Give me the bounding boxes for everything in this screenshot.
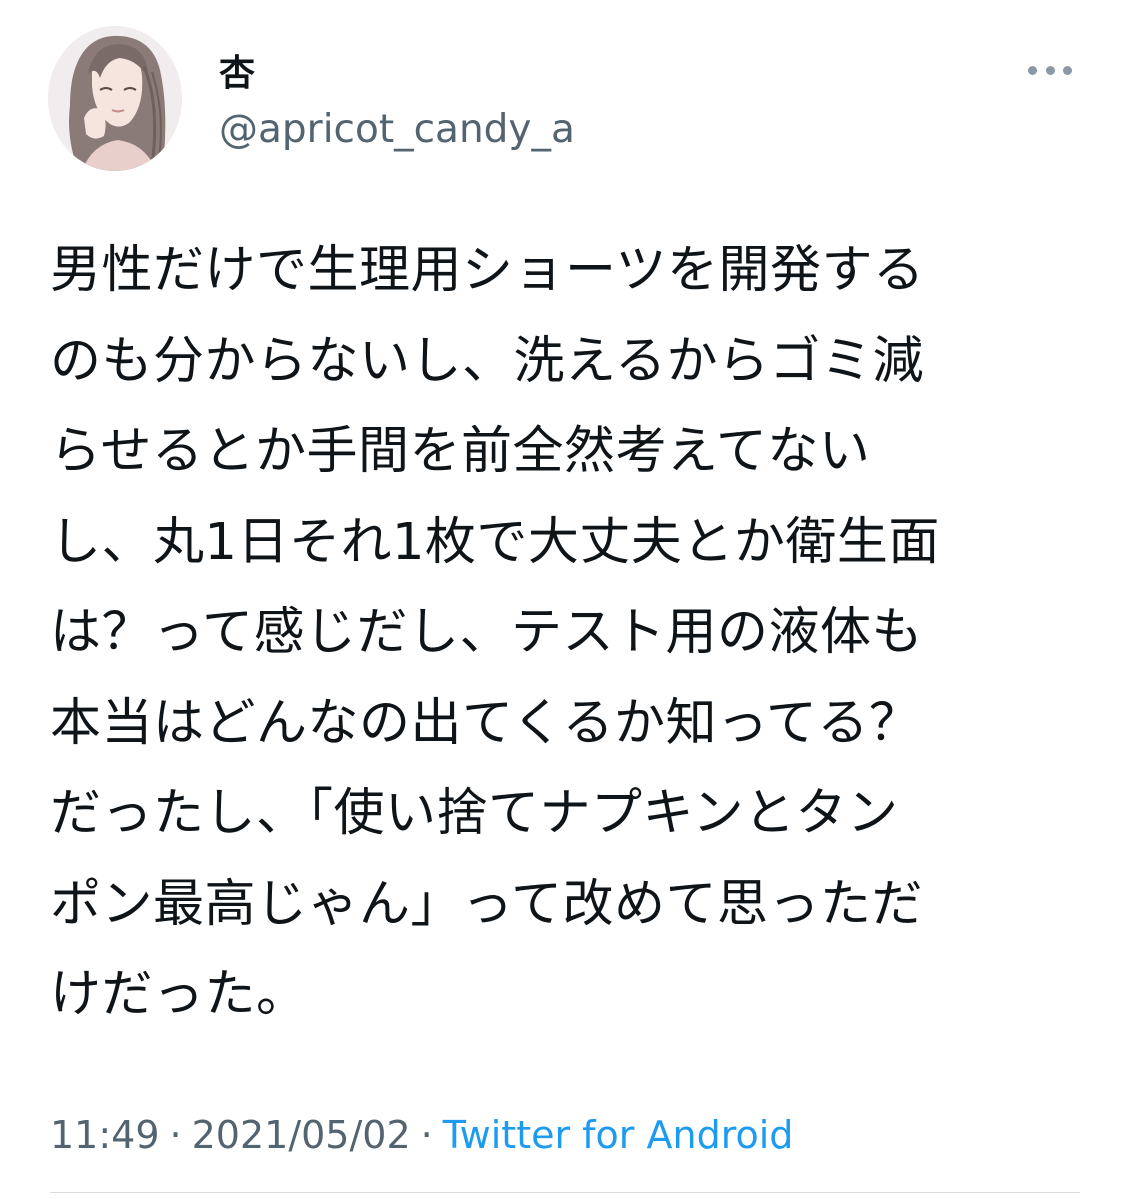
divider [50,1192,1080,1193]
tweet-text: 男性だけで生理用ショーツを開発する のも分からないし、洗えるからゴミ減 らせると… [50,241,940,1024]
tweet-date[interactable]: 2021/05/02 [192,1113,411,1157]
more-options-button[interactable] [1028,60,1072,80]
tweet-detail: 杏 @apricot_candy_a 男性だけで生理用ショーツを開発する のも分… [0,0,1125,1199]
meta-separator: · [420,1113,433,1157]
user-handle[interactable]: @apricot_candy_a [219,106,575,154]
avatar-illustration-icon [48,26,182,171]
tweet-header: 杏 @apricot_candy_a [48,26,1078,171]
display-name[interactable]: 杏 [219,52,255,96]
meta-separator: · [169,1113,182,1157]
more-horizontal-icon [1045,65,1055,75]
tweet-time[interactable]: 11:49 [50,1113,160,1157]
more-horizontal-icon [1063,65,1072,75]
more-horizontal-icon [1028,65,1037,75]
avatar[interactable] [48,26,182,171]
tweet-source-link[interactable]: Twitter for Android [443,1113,794,1157]
tweet-meta: 11:49 · 2021/05/02 · Twitter for Android [50,1111,793,1159]
